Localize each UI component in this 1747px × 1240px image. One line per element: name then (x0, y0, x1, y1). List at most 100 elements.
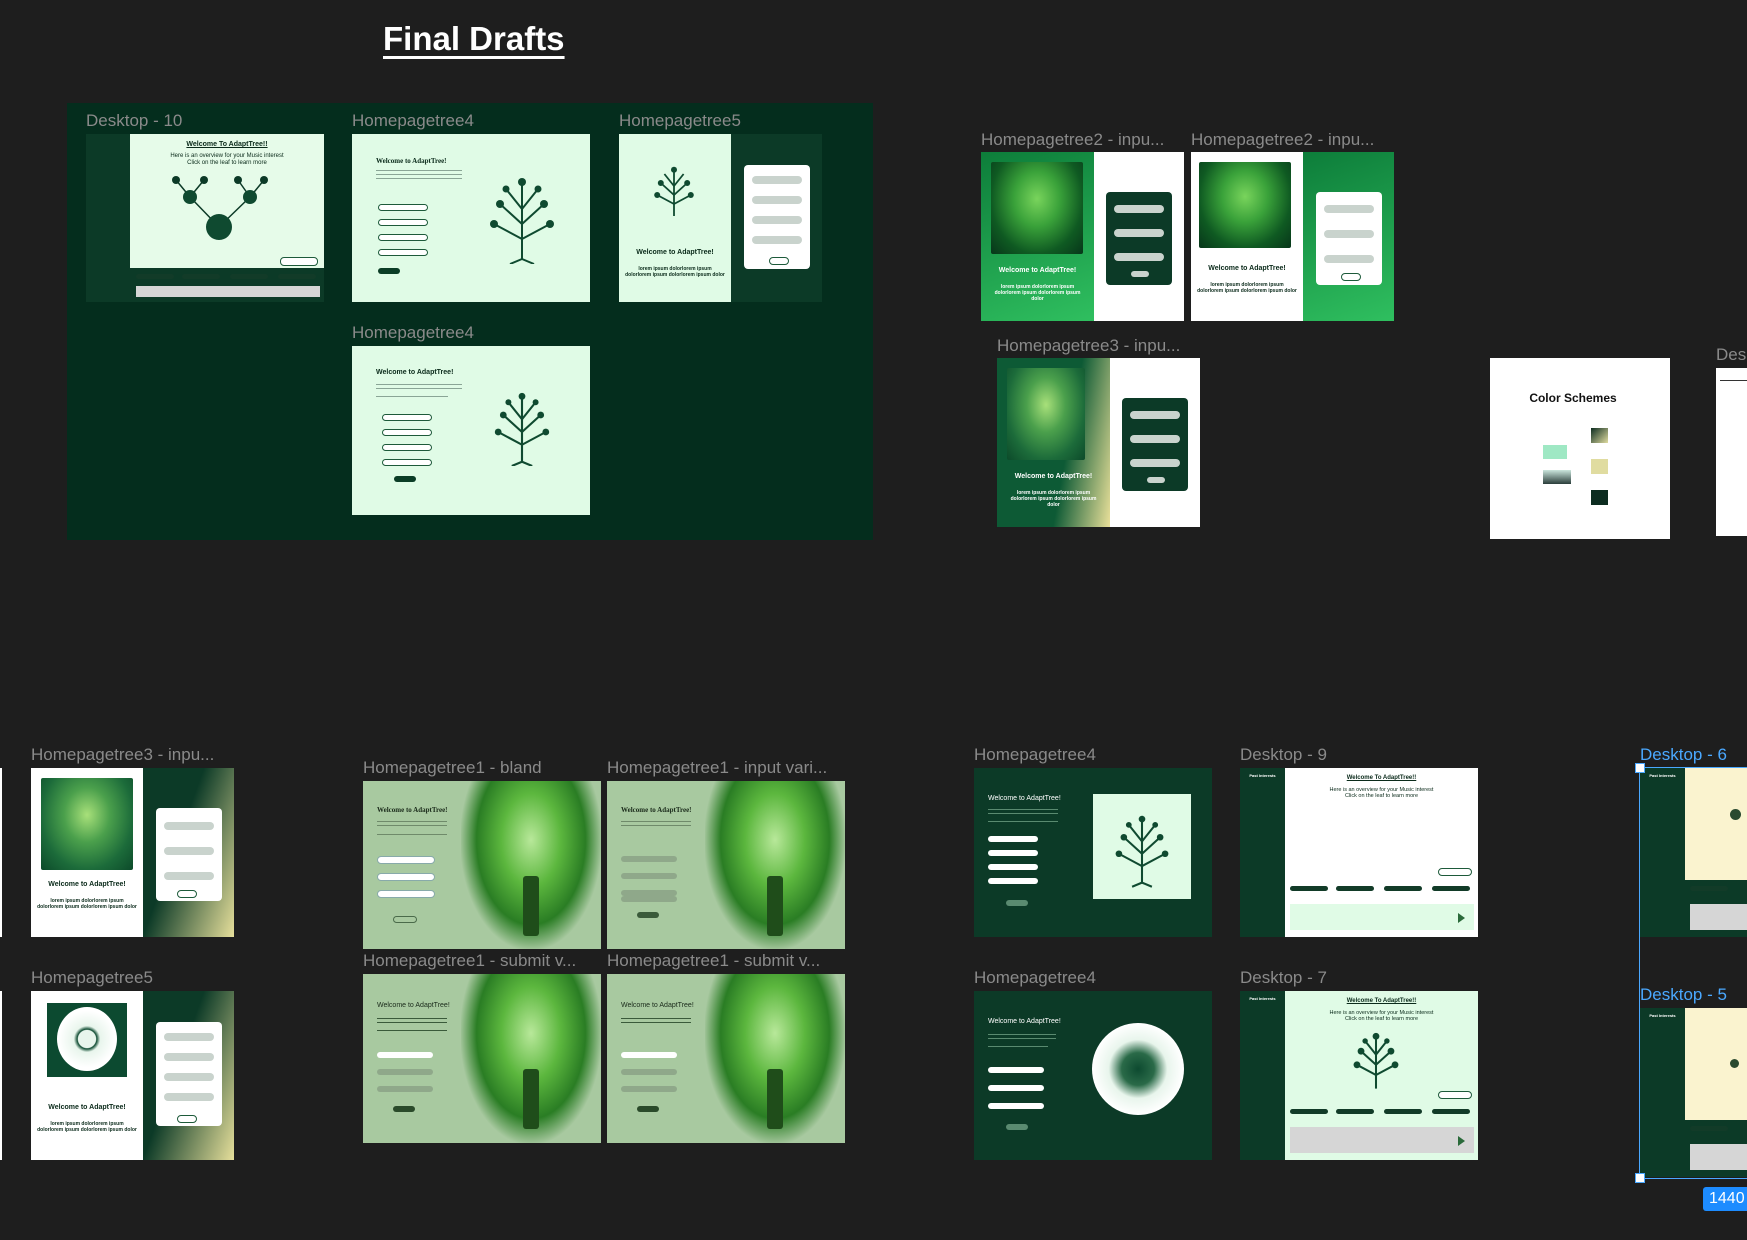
major-field[interactable] (164, 1073, 214, 1081)
frame-label-hp4c[interactable]: Homepagetree4 (974, 745, 1096, 765)
frame-desktop-partial[interactable] (1716, 368, 1747, 536)
major-field[interactable] (752, 216, 802, 224)
interest-field[interactable] (752, 236, 802, 244)
play-icon[interactable] (1458, 913, 1465, 923)
submit-button[interactable] (1131, 271, 1149, 277)
interest-field[interactable] (621, 896, 677, 902)
input-bar[interactable] (1290, 904, 1474, 930)
full-name-field-2[interactable] (1114, 253, 1164, 261)
frame-homepagetree4-c[interactable]: Welcome to AdaptTree! (974, 768, 1212, 937)
submit-button[interactable] (1006, 1124, 1028, 1130)
frame-homepagetree4-b[interactable]: Welcome to AdaptTree! (352, 346, 590, 515)
submit-button[interactable] (394, 476, 416, 482)
frame-label-desktop-10[interactable]: Desktop - 10 (86, 111, 182, 131)
major-field[interactable] (1114, 229, 1164, 237)
email-field[interactable] (621, 1069, 677, 1075)
name-field[interactable] (377, 1052, 433, 1058)
submit-button[interactable] (177, 890, 197, 898)
name-field[interactable] (621, 856, 677, 862)
frame-homepagetree5-b[interactable]: Welcome to AdaptTree! lorem ipsum dolorl… (31, 991, 234, 1160)
frame-label-hp4a[interactable]: Homepagetree4 (352, 111, 474, 131)
frame-label-hp2a[interactable]: Homepagetree2 - inpu... (981, 130, 1181, 150)
submit-button[interactable] (637, 912, 659, 918)
frame-desktop-9[interactable]: Past Interests Welcome To AdaptTree!! He… (1240, 768, 1478, 937)
major-field[interactable] (988, 864, 1038, 870)
selection-outline[interactable] (1639, 767, 1747, 1179)
name-field[interactable] (377, 856, 435, 864)
submit-button[interactable] (378, 268, 400, 274)
full-name-field[interactable] (1324, 205, 1374, 213)
submit-button[interactable] (769, 257, 789, 265)
name-field[interactable] (988, 1067, 1044, 1073)
next-button[interactable] (1438, 1091, 1472, 1099)
submit-button[interactable] (393, 916, 417, 923)
major-field[interactable] (1324, 230, 1374, 238)
frame-label-hp5b[interactable]: Homepagetree5 (31, 968, 153, 988)
frame-label-hp3b[interactable]: Homepagetree3 - inpu... (31, 745, 236, 765)
selection-handle-top-left[interactable] (1635, 763, 1645, 773)
frame-label-hp5a[interactable]: Homepagetree5 (619, 111, 741, 131)
submit-button[interactable] (1006, 900, 1028, 906)
frame-label-desktop-6[interactable]: Desktop - 6 (1640, 745, 1727, 765)
interest-field[interactable] (988, 878, 1038, 884)
frame-homepagetree2-b[interactable]: Welcome to AdaptTree! lorem ipsum dolorl… (1191, 152, 1394, 321)
frame-homepagetree1-submit-2[interactable]: Welcome to AdaptTree! (607, 974, 845, 1143)
major-field[interactable] (382, 444, 432, 451)
frame-homepagetree1-bland[interactable]: Welcome to AdaptTree! (363, 781, 601, 949)
full-name-field[interactable] (1130, 411, 1180, 419)
frame-homepagetree1-input[interactable]: Welcome to AdaptTree! (607, 781, 845, 949)
frame-desktop-10[interactable]: Welcome To AdaptTree!! Here is an overvi… (86, 134, 324, 302)
name-field[interactable] (988, 836, 1038, 842)
frame-homepagetree4-d[interactable]: Welcome to AdaptTree! (974, 991, 1212, 1160)
full-name-field[interactable] (164, 1053, 214, 1061)
input-bar[interactable] (1290, 1127, 1474, 1153)
major-field[interactable] (164, 847, 214, 855)
submit-button[interactable] (177, 1115, 197, 1123)
name-field[interactable] (378, 204, 428, 211)
email-field[interactable] (377, 873, 435, 881)
frame-homepagetree5-a[interactable]: Welcome to AdaptTree! lorem ipsum dolorl… (619, 134, 822, 302)
name-field[interactable] (621, 1052, 677, 1058)
frame-homepagetree2-a[interactable]: Welcome to AdaptTree! lorem ipsum dolorl… (981, 152, 1184, 321)
frame-label-hp1-input[interactable]: Homepagetree1 - input vari... (607, 758, 847, 778)
frame-label-hp3a[interactable]: Homepagetree3 - inpu... (997, 336, 1197, 356)
next-button[interactable] (1438, 868, 1472, 876)
frame-label-desktop-7[interactable]: Desktop - 7 (1240, 968, 1327, 988)
email-field[interactable] (378, 219, 428, 226)
frame-label-hp1-submit-1[interactable]: Homepagetree1 - submit v... (363, 951, 603, 971)
major-field[interactable] (377, 1086, 433, 1092)
input-bar[interactable] (136, 286, 320, 297)
email-field[interactable] (988, 850, 1038, 856)
frame-label-desk-partial[interactable]: Desk (1716, 345, 1747, 365)
submit-button[interactable] (393, 1106, 415, 1112)
interest-field[interactable] (164, 872, 214, 880)
submit-button[interactable] (637, 1106, 659, 1112)
email-field[interactable] (377, 1069, 433, 1075)
frame-label-hp1-submit-2[interactable]: Homepagetree1 - submit v... (607, 951, 847, 971)
major-field[interactable] (377, 890, 435, 898)
interest-field[interactable] (164, 1093, 214, 1101)
submit-button[interactable] (1147, 477, 1165, 483)
interest-field[interactable] (1324, 255, 1374, 263)
frame-homepagetree1-submit-1[interactable]: Welcome to AdaptTree! (363, 974, 601, 1143)
frame-label-hp1-bland[interactable]: Homepagetree1 - bland (363, 758, 603, 778)
play-icon[interactable] (1458, 1136, 1465, 1146)
interest-field[interactable] (382, 459, 432, 466)
major-field[interactable] (621, 1086, 677, 1092)
full-name-field[interactable] (752, 196, 802, 204)
major-field[interactable] (378, 234, 428, 241)
full-name-field[interactable] (1114, 205, 1164, 213)
major-field[interactable] (1130, 435, 1180, 443)
submit-button[interactable] (1341, 273, 1361, 281)
name-field[interactable] (164, 1033, 214, 1041)
frame-homepagetree4-a[interactable]: Welcome to AdaptTree! (352, 134, 590, 302)
frame-color-schemes[interactable]: Color Schemes (1490, 358, 1670, 539)
frame-label-desktop-9[interactable]: Desktop - 9 (1240, 745, 1327, 765)
interest-field[interactable] (988, 1103, 1044, 1109)
frame-label-hp4b[interactable]: Homepagetree4 (352, 323, 474, 343)
name-field[interactable] (382, 414, 432, 421)
frame-homepagetree3-a[interactable]: Welcome to AdaptTree! lorem ipsum dolorl… (997, 358, 1200, 527)
name-field[interactable] (752, 176, 802, 184)
email-field[interactable] (988, 1085, 1044, 1091)
frame-label-hp2b[interactable]: Homepagetree2 - inpu... (1191, 130, 1391, 150)
